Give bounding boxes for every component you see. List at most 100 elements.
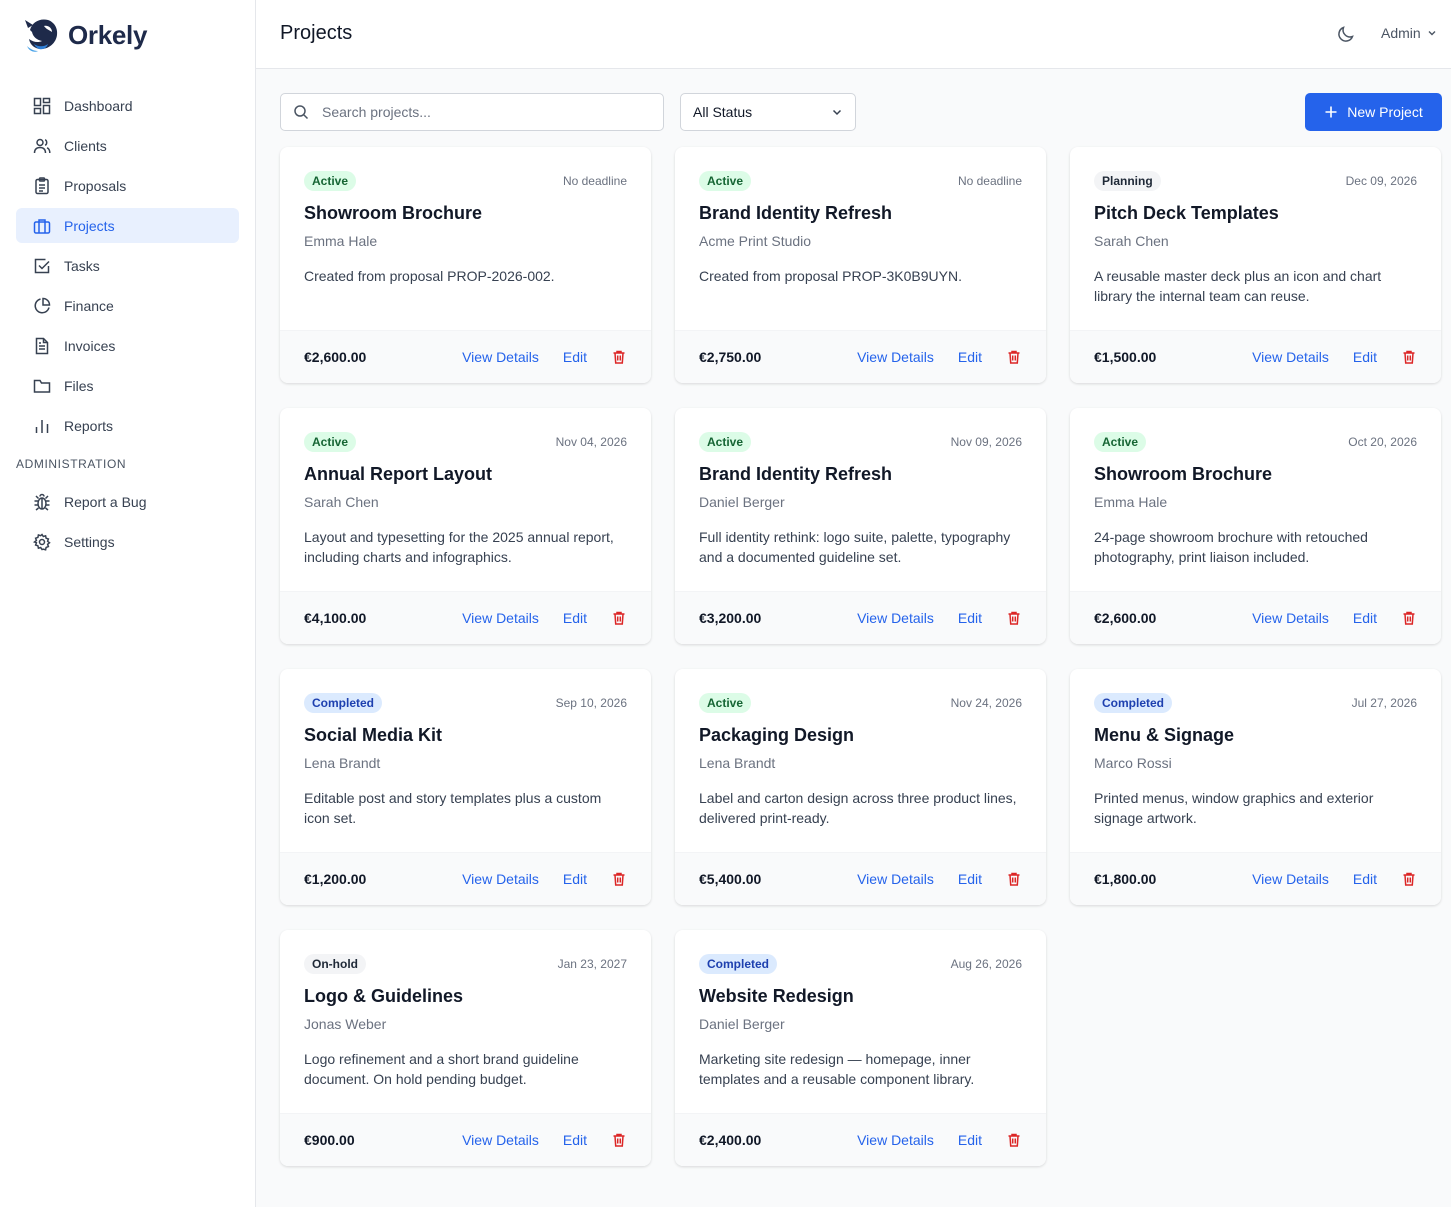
gear-icon [32,532,51,551]
edit-link[interactable]: Edit [563,349,587,365]
search-input[interactable] [322,104,642,120]
chevron-down-icon [832,109,842,116]
view-details-link[interactable]: View Details [1252,349,1329,365]
clipboard-icon [35,176,49,194]
sidebar-item-projects[interactable]: Projects [16,208,239,243]
delete-button[interactable] [1006,871,1022,887]
delete-button[interactable] [611,1132,627,1148]
view-details-link[interactable]: View Details [462,871,539,887]
project-deadline: Sep 10, 2026 [555,696,627,710]
administration-section-label: ADMINISTRATION [16,457,127,471]
project-description: Full identity rethink: logo suite, palet… [699,529,1011,565]
project-deadline: Nov 09, 2026 [950,435,1022,449]
project-amount: €5,400.00 [699,871,762,887]
view-details-link[interactable]: View Details [1252,871,1329,887]
edit-link[interactable]: Edit [563,1132,587,1148]
project-title: Annual Report Layout [304,464,492,484]
card-footer: €2,600.00 View Details Edit [280,330,651,383]
edit-link[interactable]: Edit [1353,871,1377,887]
edit-link[interactable]: Edit [958,871,982,887]
delete-button[interactable] [1401,610,1417,626]
sidebar-item-report-bug[interactable]: Report a Bug [16,484,239,519]
project-client: Marco Rossi [1094,755,1172,771]
project-client: Sarah Chen [1094,233,1169,249]
view-details-link[interactable]: View Details [1252,610,1329,626]
sidebar-item-invoices[interactable]: Invoices [16,328,239,363]
edit-link[interactable]: Edit [563,610,587,626]
briefcase-icon [33,218,51,234]
delete-button[interactable] [1401,871,1417,887]
edit-link[interactable]: Edit [563,871,587,887]
card-footer: €1,800.00 View Details Edit [1070,852,1441,905]
sidebar-item-label: Proposals [64,177,127,194]
delete-button[interactable] [1006,1132,1022,1148]
card-footer: €900.00 View Details Edit [280,1113,651,1166]
edit-link[interactable]: Edit [958,610,982,626]
project-amount: €2,750.00 [699,349,762,365]
project-card: Active No deadline Brand Identity Refres… [675,147,1046,383]
trash-icon [1008,611,1020,625]
sidebar-item-dashboard[interactable]: Dashboard [16,88,239,123]
edit-link[interactable]: Edit [1353,610,1377,626]
delete-button[interactable] [1006,349,1022,365]
edit-link[interactable]: Edit [958,349,982,365]
sidebar-item-clients[interactable]: Clients [16,128,239,163]
status-badge: Completed [1094,693,1173,713]
trash-icon [1403,872,1415,886]
view-details-link[interactable]: View Details [857,1132,934,1148]
project-deadline: No deadline [562,174,627,188]
user-menu[interactable]: Admin [1381,25,1437,41]
project-title: Pitch Deck Templates [1094,203,1279,223]
sidebar-item-settings[interactable]: Settings [16,524,239,559]
folder-icon [33,379,51,393]
sidebar-item-reports[interactable]: Reports [16,408,239,443]
status-badge: Active [304,171,357,191]
sidebar-item-label: Reports [64,417,114,434]
project-title: Brand Identity Refresh [699,203,893,223]
project-deadline: Dec 09, 2026 [1345,174,1417,188]
sidebar-item-label: Finance [64,297,114,314]
trash-icon [1008,872,1020,886]
new-project-button[interactable]: New Project [1305,93,1442,131]
project-title: Social Media Kit [304,725,443,745]
project-deadline: Nov 24, 2026 [950,696,1022,710]
view-details-link[interactable]: View Details [857,349,934,365]
project-client: Lena Brandt [304,755,381,771]
delete-button[interactable] [1401,349,1417,365]
card-footer: €4,100.00 View Details Edit [280,591,651,644]
delete-button[interactable] [611,871,627,887]
sidebar-item-tasks[interactable]: Tasks [16,248,239,283]
card-footer: €2,400.00 View Details Edit [675,1113,1046,1166]
view-details-link[interactable]: View Details [462,349,539,365]
bug-icon [34,493,50,511]
view-details-link[interactable]: View Details [857,871,934,887]
project-client: Sarah Chen [304,494,379,510]
search-box[interactable] [280,93,664,131]
delete-button[interactable] [611,349,627,365]
sidebar-item-finance[interactable]: Finance [16,288,239,323]
project-card: Active Nov 09, 2026 Brand Identity Refre… [675,408,1046,644]
status-badge: Active [699,693,752,713]
status-filter-select[interactable]: All Status [680,93,856,131]
project-client: Jonas Weber [304,1016,387,1032]
delete-button[interactable] [611,610,627,626]
view-details-link[interactable]: View Details [462,1132,539,1148]
search-icon [294,105,309,120]
view-details-link[interactable]: View Details [462,610,539,626]
edit-link[interactable]: Edit [1353,349,1377,365]
trash-icon [613,350,625,364]
trash-icon [1403,611,1415,625]
project-card: Active No deadline Showroom Brochure Emm… [280,147,651,383]
moon-icon[interactable] [1336,24,1356,44]
logo[interactable]: Orkely [24,16,147,54]
edit-link[interactable]: Edit [958,1132,982,1148]
sidebar-item-proposals[interactable]: Proposals [16,168,239,203]
project-card: On-hold Jan 23, 2027 Logo & Guidelines J… [280,930,651,1166]
view-details-link[interactable]: View Details [857,610,934,626]
project-amount: €2,600.00 [304,349,367,365]
project-description: Created from proposal PROP-2026-002. [304,268,555,284]
project-description: A reusable master deck plus an icon and … [1094,268,1382,304]
project-title: Brand Identity Refresh [699,464,893,484]
delete-button[interactable] [1006,610,1022,626]
sidebar-item-files[interactable]: Files [16,368,239,403]
